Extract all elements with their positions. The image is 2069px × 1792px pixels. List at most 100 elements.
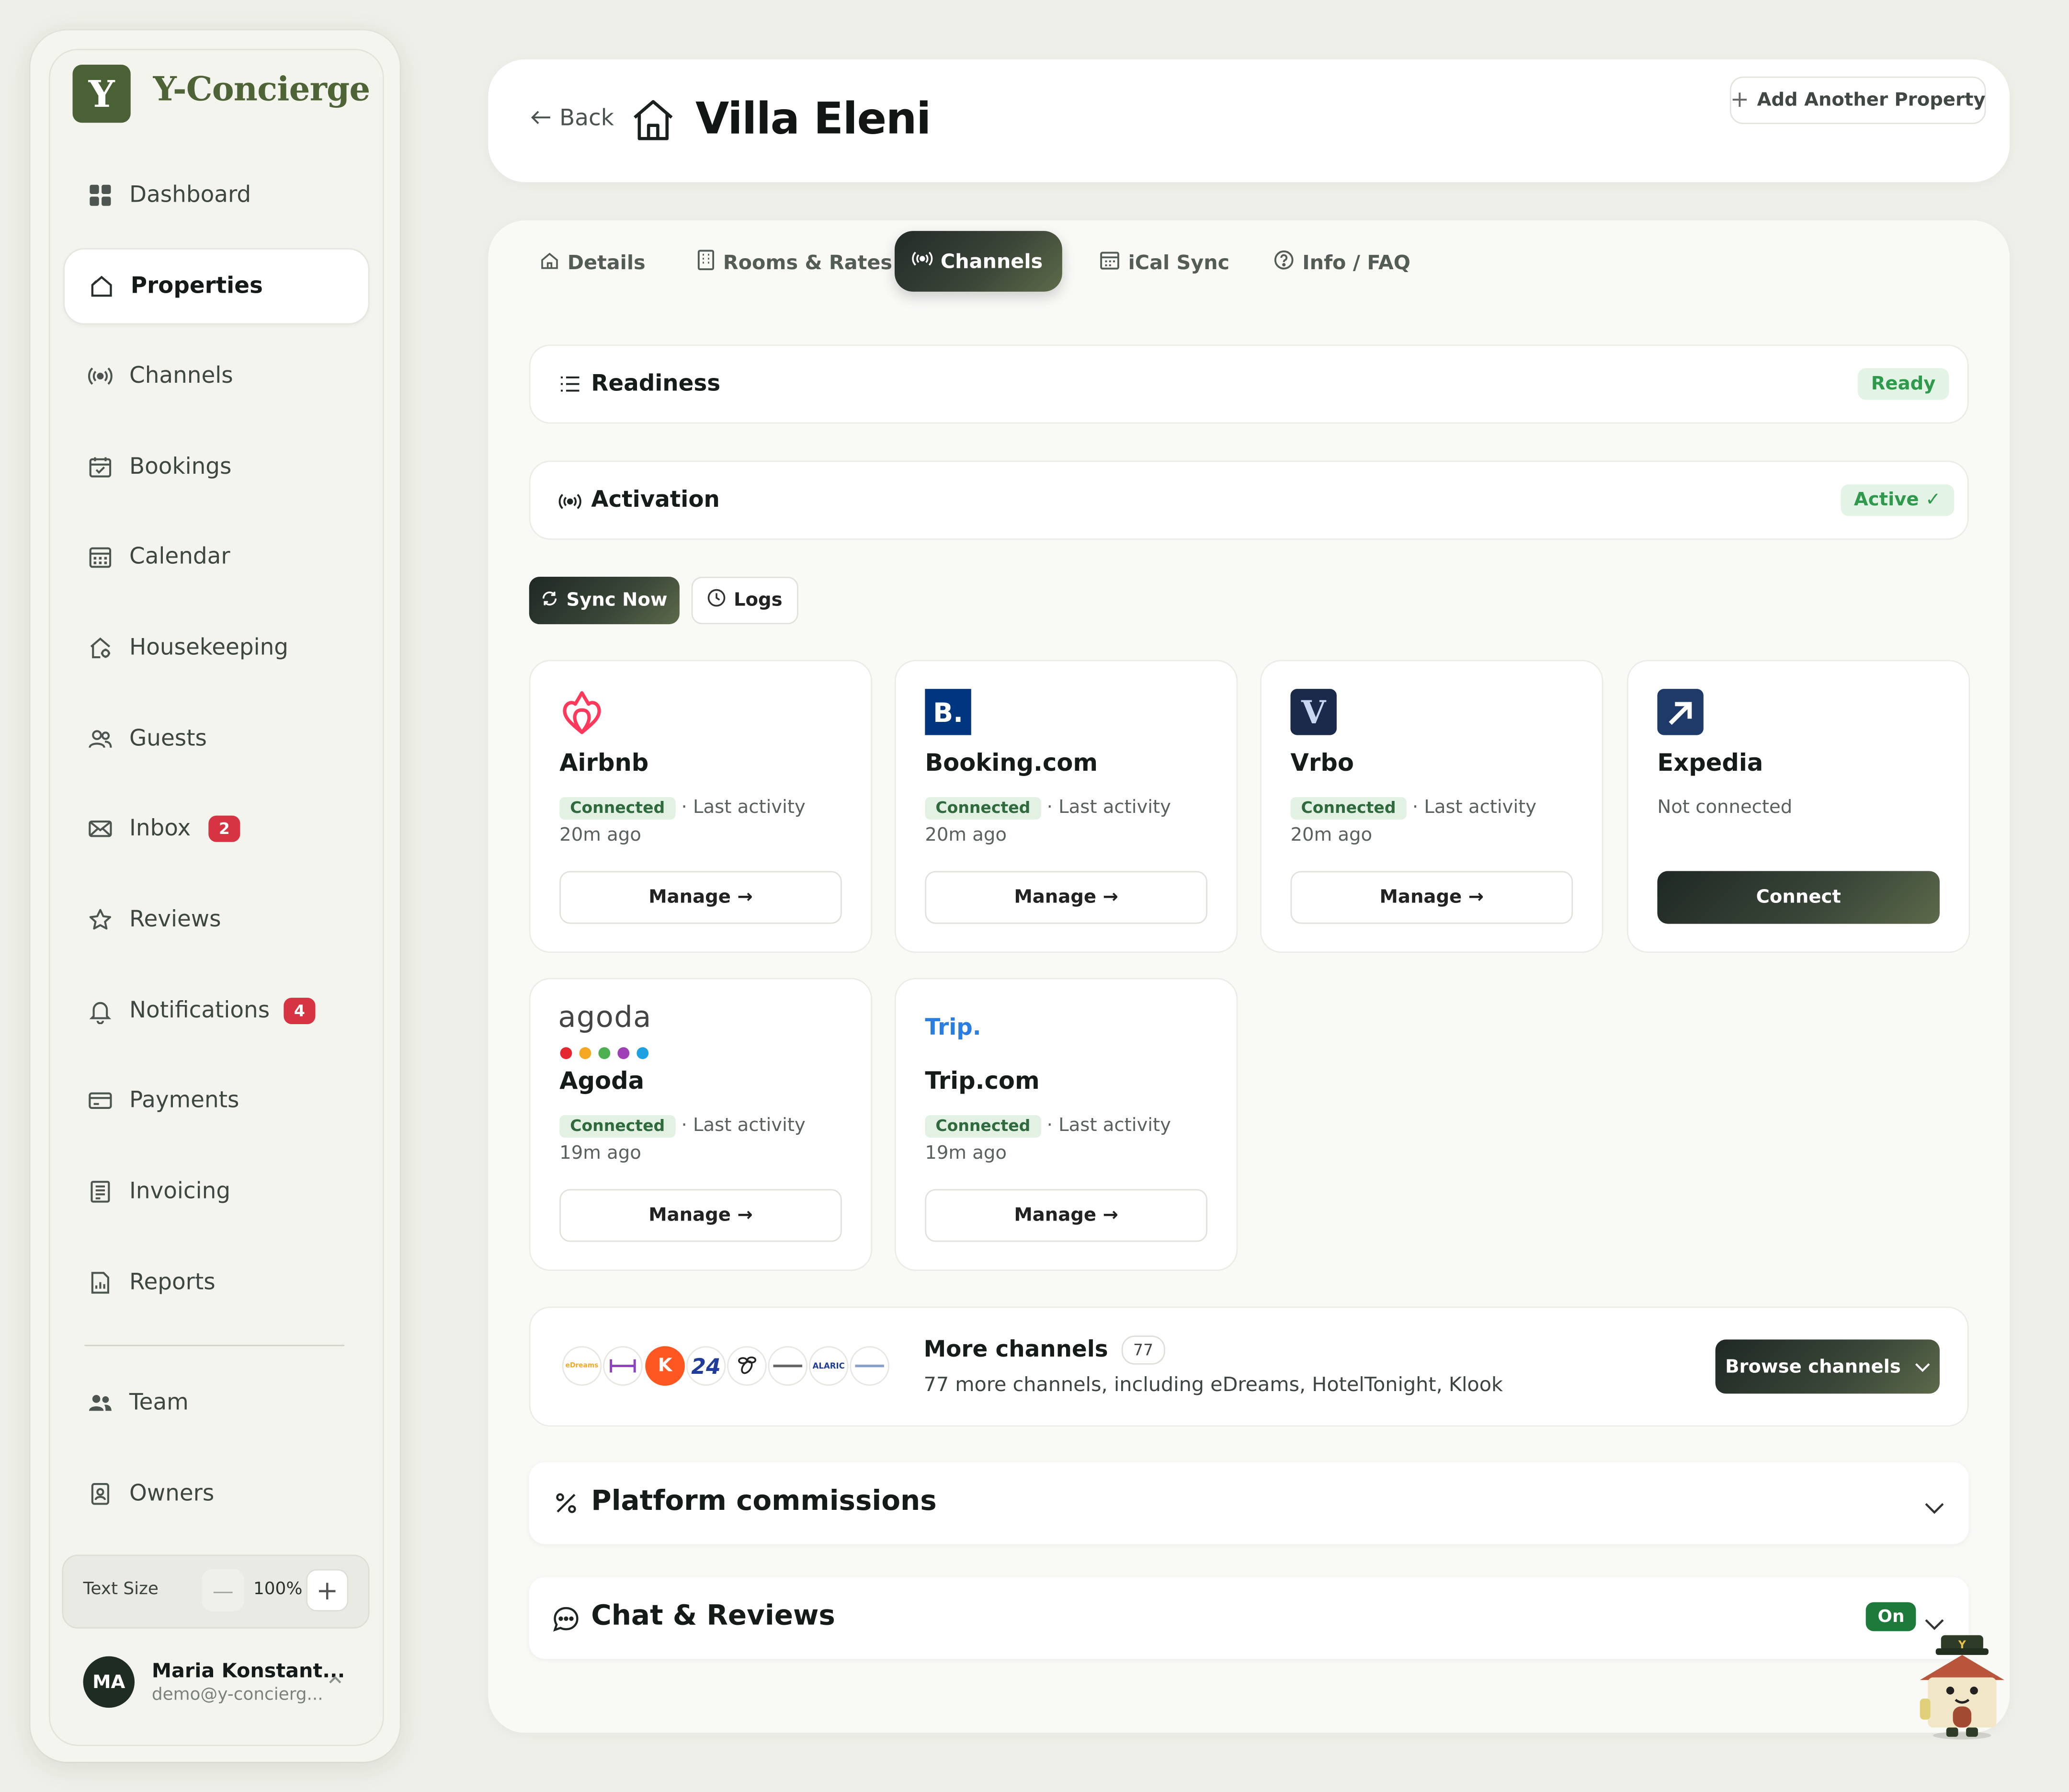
tab-ical-sync[interactable]: iCal Sync	[1099, 235, 1229, 290]
logs-label: Logs	[733, 590, 783, 611]
sidebar-item-bookings[interactable]: Bookings	[63, 430, 367, 504]
calendar-icon	[1099, 250, 1120, 276]
sidebar-item-payments[interactable]: Payments	[63, 1064, 367, 1138]
readiness-status-badge: Ready	[1858, 368, 1949, 400]
readiness-title: Readiness	[591, 371, 721, 398]
sidebar-item-label: Channels	[129, 363, 233, 389]
sidebar-item-invoicing[interactable]: Invoicing	[63, 1155, 367, 1229]
sidebar-item-label: Housekeeping	[129, 635, 289, 662]
channel-status: Connected · Last activity 20m ago	[925, 795, 1215, 850]
tab-label: Info / FAQ	[1302, 251, 1410, 275]
booking-logo-icon: B.	[925, 689, 971, 735]
sidebar-item-inbox[interactable]: Inbox 2	[63, 792, 367, 866]
sidebar-item-notifications[interactable]: Notifications 4	[63, 974, 367, 1048]
sidebar-item-calendar[interactable]: Calendar	[63, 520, 367, 594]
back-button[interactable]: Back	[531, 105, 614, 132]
home-outline-icon	[89, 273, 115, 299]
channel-name: Airbnb	[559, 749, 649, 777]
sidebar-item-label: Notifications	[129, 997, 270, 1024]
concierge-mascot-icon[interactable]: Y	[1912, 1632, 2012, 1746]
sidebar-item-properties[interactable]: Properties	[63, 248, 370, 325]
text-size-increase-button[interactable]: +	[306, 1569, 349, 1611]
avatar[interactable]: MA	[83, 1656, 135, 1708]
channel-name: Vrbo	[1290, 749, 1354, 777]
browse-channels-button[interactable]: Browse channels	[1715, 1339, 1940, 1394]
agoda-logo-text: agoda	[558, 1002, 652, 1035]
percent-icon	[554, 1491, 578, 1520]
channel-status: Connected · Last activity 19m ago	[559, 1113, 850, 1168]
connected-badge: Connected	[1290, 797, 1407, 820]
chevron-up-icon[interactable]	[326, 1671, 345, 1695]
brand-logo[interactable]: Y	[72, 64, 131, 123]
manage-vrbo-button[interactable]: Manage →	[1290, 871, 1573, 924]
user-email: demo@y-concierg...	[151, 1685, 323, 1705]
chat-bubble-icon	[552, 1605, 581, 1639]
back-label: Back	[559, 105, 614, 132]
bee-logo-icon	[727, 1346, 767, 1386]
agoda-dots-icon	[559, 1040, 652, 1065]
logs-button[interactable]: Logs	[691, 576, 798, 625]
svg-text:Y: Y	[1958, 1639, 1967, 1651]
trip-logo-text: Trip.	[925, 1015, 981, 1041]
channel-status: Connected · Last activity 20m ago	[1290, 795, 1580, 850]
manage-trip-button[interactable]: Manage →	[925, 1189, 1207, 1242]
house-gear-icon	[87, 635, 114, 661]
help-circle-icon	[1273, 250, 1295, 276]
activation-section[interactable]	[529, 460, 1969, 540]
more-channels-subtitle: 77 more channels, including eDreams, Hot…	[923, 1372, 1503, 1396]
chevron-down-icon	[1914, 1356, 1930, 1377]
sidebar-item-label: Properties	[130, 273, 263, 300]
sidebar-item-channels[interactable]: Channels	[63, 339, 367, 413]
mail-icon	[87, 816, 114, 842]
sync-now-button[interactable]: Sync Now	[529, 576, 680, 625]
tab-channels[interactable]: Channels	[894, 231, 1062, 292]
clock-icon	[707, 589, 726, 613]
sidebar-item-label: Bookings	[129, 454, 232, 480]
star-icon	[87, 907, 114, 933]
readiness-section[interactable]	[529, 344, 1969, 424]
credit-card-icon	[87, 1087, 114, 1114]
team-icon	[87, 1390, 114, 1416]
manage-airbnb-button[interactable]: Manage →	[559, 871, 842, 924]
tab-details[interactable]: Details	[540, 235, 646, 290]
id-badge-icon	[87, 1481, 114, 1507]
alaric-logo: ALARIC	[808, 1346, 849, 1386]
sidebar-item-reports[interactable]: Reports	[63, 1246, 367, 1320]
airbnb-logo-icon	[559, 689, 604, 742]
sidebar-item-housekeeping[interactable]: Housekeeping	[63, 611, 367, 685]
text-size-decrease-button[interactable]: —	[202, 1569, 244, 1611]
add-property-button[interactable]: + Add Another Property	[1729, 76, 1986, 124]
inbox-badge: 2	[208, 815, 240, 842]
notifications-badge: 4	[284, 997, 316, 1024]
connected-badge: Connected	[925, 797, 1041, 820]
bell-icon	[87, 998, 114, 1024]
tab-info-faq[interactable]: Info / FAQ	[1273, 235, 1410, 290]
connected-badge: Connected	[925, 1115, 1041, 1138]
grid-icon	[87, 182, 114, 208]
broadcast-icon	[87, 363, 114, 389]
chevron-down-icon[interactable]	[1924, 1495, 1945, 1520]
sidebar-item-dashboard[interactable]: Dashboard	[63, 159, 367, 232]
sidebar-item-guests[interactable]: Guests	[63, 702, 367, 776]
manage-agoda-button[interactable]: Manage →	[559, 1189, 842, 1242]
brand-name[interactable]: Y-Concierge	[153, 70, 371, 108]
connect-expedia-button[interactable]: Connect	[1657, 871, 1940, 924]
building-icon	[697, 250, 716, 276]
calendar-check-icon	[87, 454, 114, 480]
reconline-logo-icon	[768, 1346, 808, 1386]
tab-rooms-rates[interactable]: Rooms & Rates	[697, 235, 892, 290]
report-icon	[87, 1269, 114, 1296]
tab-label: Rooms & Rates	[723, 251, 893, 275]
sidebar-item-owners[interactable]: Owners	[63, 1457, 367, 1531]
sidebar-item-label: Dashboard	[129, 182, 251, 209]
sidebar-item-team[interactable]: Team	[63, 1366, 367, 1440]
channel-name: Booking.com	[925, 749, 1098, 777]
sidebar-item-reviews[interactable]: Reviews	[63, 883, 367, 957]
broadcast-icon	[558, 491, 582, 516]
home-icon	[540, 250, 559, 275]
sidebar-item-label: Invoicing	[129, 1178, 231, 1205]
channel-24-logo: 24	[686, 1346, 726, 1386]
more-channels-title: More channels	[923, 1336, 1108, 1364]
manage-booking-button[interactable]: Manage →	[925, 871, 1207, 924]
channel-name: Expedia	[1657, 749, 1763, 777]
